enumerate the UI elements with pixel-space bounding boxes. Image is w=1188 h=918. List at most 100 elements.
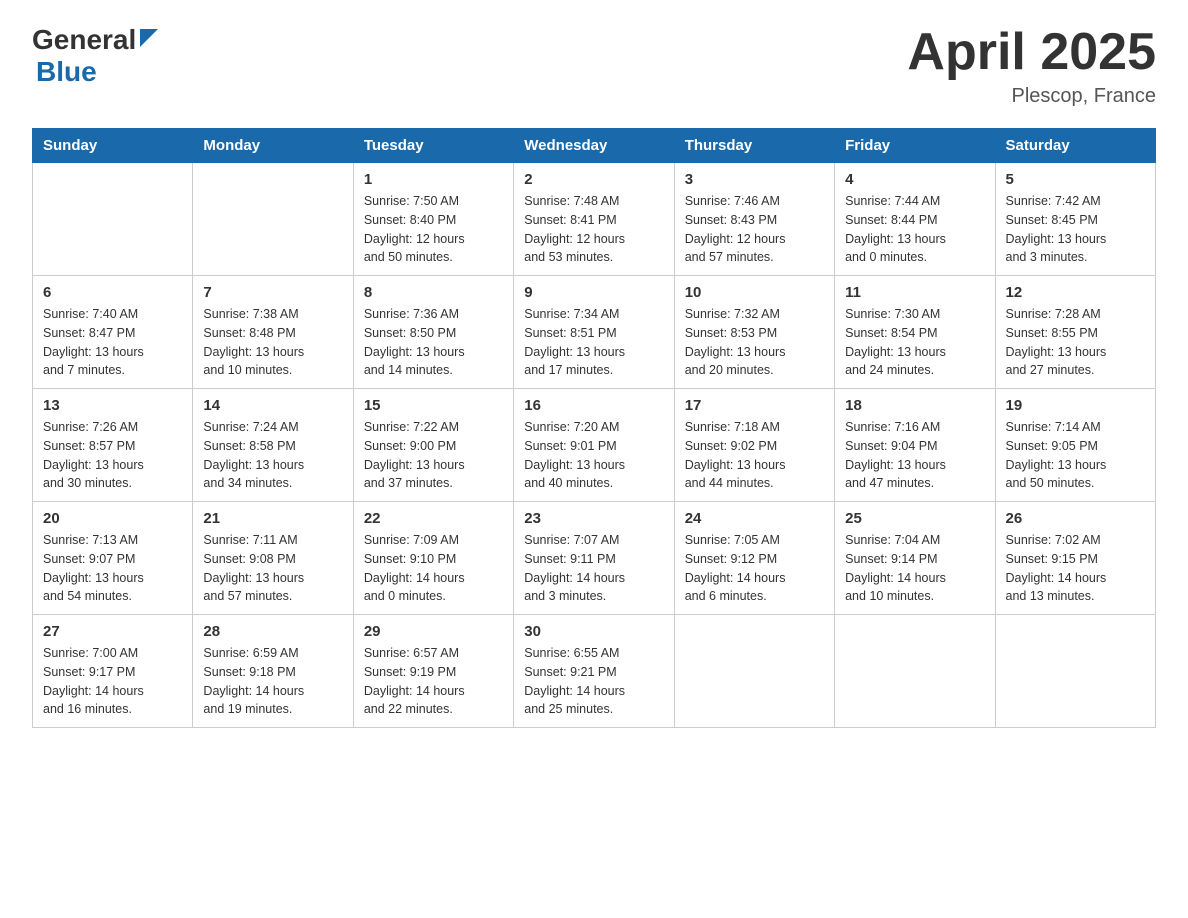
- page-title: April 2025: [907, 24, 1156, 81]
- calendar-cell: 25 Sunrise: 7:04 AMSunset: 9:14 PMDayligh…: [835, 502, 995, 615]
- calendar-cell: 1 Sunrise: 7:50 AMSunset: 8:40 PMDaylight…: [353, 163, 513, 276]
- day-info: Sunrise: 7:00 AMSunset: 9:17 PMDaylight:…: [43, 644, 182, 719]
- calendar-cell: 29 Sunrise: 6:57 AMSunset: 9:19 PMDayligh…: [353, 615, 513, 728]
- day-info: Sunrise: 7:22 AMSunset: 9:00 PMDaylight:…: [364, 418, 503, 493]
- calendar-cell: [33, 163, 193, 276]
- day-number: 7: [203, 284, 342, 301]
- title-section: April 2025 Plescop, France: [907, 24, 1156, 108]
- day-number: 8: [364, 284, 503, 301]
- day-number: 30: [524, 623, 663, 640]
- calendar-cell: 21 Sunrise: 7:11 AMSunset: 9:08 PMDayligh…: [193, 502, 353, 615]
- day-info: Sunrise: 6:59 AMSunset: 9:18 PMDaylight:…: [203, 644, 342, 719]
- logo-line2: Blue: [32, 56, 97, 88]
- calendar-week-row: 13Sunrise: 7:26 AMSunset: 8:57 PMDayligh…: [33, 389, 1156, 502]
- day-number: 9: [524, 284, 663, 301]
- calendar-cell: [835, 615, 995, 728]
- day-info: Sunrise: 7:14 AMSunset: 9:05 PMDaylight:…: [1006, 418, 1145, 493]
- day-info: Sunrise: 7:38 AMSunset: 8:48 PMDaylight:…: [203, 305, 342, 380]
- calendar-day-header: Saturday: [995, 129, 1155, 163]
- day-info: Sunrise: 7:44 AMSunset: 8:44 PMDaylight:…: [845, 192, 984, 267]
- calendar-day-header: Wednesday: [514, 129, 674, 163]
- day-number: 10: [685, 284, 824, 301]
- calendar-cell: 22Sunrise: 7:09 AMSunset: 9:10 PMDayligh…: [353, 502, 513, 615]
- day-number: 28: [203, 623, 342, 640]
- calendar-cell: 5Sunrise: 7:42 AMSunset: 8:45 PMDaylight…: [995, 163, 1155, 276]
- calendar-cell: 14 Sunrise: 7:24 AMSunset: 8:58 PMDayligh…: [193, 389, 353, 502]
- day-number: 17: [685, 397, 824, 414]
- calendar-cell: 26Sunrise: 7:02 AMSunset: 9:15 PMDayligh…: [995, 502, 1155, 615]
- logo-general-text: General: [32, 24, 136, 56]
- day-info: Sunrise: 7:34 AMSunset: 8:51 PMDaylight:…: [524, 305, 663, 380]
- day-number: 14: [203, 397, 342, 414]
- calendar-header-row: SundayMondayTuesdayWednesdayThursdayFrid…: [33, 129, 1156, 163]
- day-info: Sunrise: 7:48 AMSunset: 8:41 PMDaylight:…: [524, 192, 663, 267]
- calendar-cell: 18 Sunrise: 7:16 AMSunset: 9:04 PMDayligh…: [835, 389, 995, 502]
- day-number: 24: [685, 510, 824, 527]
- calendar-cell: 10 Sunrise: 7:32 AMSunset: 8:53 PMDayligh…: [674, 276, 834, 389]
- calendar-cell: 19 Sunrise: 7:14 AMSunset: 9:05 PMDayligh…: [995, 389, 1155, 502]
- day-number: 13: [43, 397, 182, 414]
- calendar-cell: 4 Sunrise: 7:44 AMSunset: 8:44 PMDaylight…: [835, 163, 995, 276]
- calendar-cell: [674, 615, 834, 728]
- day-info: Sunrise: 7:11 AMSunset: 9:08 PMDaylight:…: [203, 531, 342, 606]
- logo-triangle-icon: [140, 29, 158, 52]
- calendar-cell: 28 Sunrise: 6:59 AMSunset: 9:18 PMDayligh…: [193, 615, 353, 728]
- day-number: 2: [524, 171, 663, 188]
- day-number: 4: [845, 171, 984, 188]
- day-info: Sunrise: 7:07 AMSunset: 9:11 PMDaylight:…: [524, 531, 663, 606]
- calendar-day-header: Thursday: [674, 129, 834, 163]
- day-info: Sunrise: 7:28 AMSunset: 8:55 PMDaylight:…: [1006, 305, 1145, 380]
- calendar-cell: 13Sunrise: 7:26 AMSunset: 8:57 PMDayligh…: [33, 389, 193, 502]
- calendar-cell: 30 Sunrise: 6:55 AMSunset: 9:21 PMDayligh…: [514, 615, 674, 728]
- day-info: Sunrise: 7:50 AMSunset: 8:40 PMDaylight:…: [364, 192, 503, 267]
- day-number: 25: [845, 510, 984, 527]
- calendar-cell: 12Sunrise: 7:28 AMSunset: 8:55 PMDayligh…: [995, 276, 1155, 389]
- day-number: 21: [203, 510, 342, 527]
- day-number: 16: [524, 397, 663, 414]
- calendar-cell: 11Sunrise: 7:30 AMSunset: 8:54 PMDayligh…: [835, 276, 995, 389]
- calendar-table: SundayMondayTuesdayWednesdayThursdayFrid…: [32, 128, 1156, 728]
- day-number: 3: [685, 171, 824, 188]
- day-number: 27: [43, 623, 182, 640]
- calendar-day-header: Monday: [193, 129, 353, 163]
- calendar-cell: 8 Sunrise: 7:36 AMSunset: 8:50 PMDaylight…: [353, 276, 513, 389]
- day-info: Sunrise: 7:42 AMSunset: 8:45 PMDaylight:…: [1006, 192, 1145, 267]
- day-info: Sunrise: 7:46 AMSunset: 8:43 PMDaylight:…: [685, 192, 824, 267]
- calendar-cell: [193, 163, 353, 276]
- calendar-week-row: 6Sunrise: 7:40 AMSunset: 8:47 PMDaylight…: [33, 276, 1156, 389]
- calendar-cell: 3 Sunrise: 7:46 AMSunset: 8:43 PMDaylight…: [674, 163, 834, 276]
- calendar-cell: 9 Sunrise: 7:34 AMSunset: 8:51 PMDaylight…: [514, 276, 674, 389]
- day-number: 15: [364, 397, 503, 414]
- calendar-cell: 7 Sunrise: 7:38 AMSunset: 8:48 PMDaylight…: [193, 276, 353, 389]
- day-number: 6: [43, 284, 182, 301]
- day-info: Sunrise: 6:57 AMSunset: 9:19 PMDaylight:…: [364, 644, 503, 719]
- day-info: Sunrise: 7:05 AMSunset: 9:12 PMDaylight:…: [685, 531, 824, 606]
- calendar-cell: 16 Sunrise: 7:20 AMSunset: 9:01 PMDayligh…: [514, 389, 674, 502]
- day-info: Sunrise: 7:32 AMSunset: 8:53 PMDaylight:…: [685, 305, 824, 380]
- page-subtitle: Plescop, France: [907, 85, 1156, 108]
- day-info: Sunrise: 7:36 AMSunset: 8:50 PMDaylight:…: [364, 305, 503, 380]
- day-info: Sunrise: 7:16 AMSunset: 9:04 PMDaylight:…: [845, 418, 984, 493]
- day-info: Sunrise: 7:24 AMSunset: 8:58 PMDaylight:…: [203, 418, 342, 493]
- day-number: 1: [364, 171, 503, 188]
- day-info: Sunrise: 7:04 AMSunset: 9:14 PMDaylight:…: [845, 531, 984, 606]
- day-number: 20: [43, 510, 182, 527]
- day-info: Sunrise: 6:55 AMSunset: 9:21 PMDaylight:…: [524, 644, 663, 719]
- calendar-cell: [995, 615, 1155, 728]
- calendar-cell: 15 Sunrise: 7:22 AMSunset: 9:00 PMDayligh…: [353, 389, 513, 502]
- calendar-cell: 6Sunrise: 7:40 AMSunset: 8:47 PMDaylight…: [33, 276, 193, 389]
- day-number: 23: [524, 510, 663, 527]
- day-number: 11: [845, 284, 984, 301]
- logo-line1: General: [32, 24, 158, 56]
- day-info: Sunrise: 7:02 AMSunset: 9:15 PMDaylight:…: [1006, 531, 1145, 606]
- day-info: Sunrise: 7:18 AMSunset: 9:02 PMDaylight:…: [685, 418, 824, 493]
- day-number: 18: [845, 397, 984, 414]
- calendar-day-header: Sunday: [33, 129, 193, 163]
- day-info: Sunrise: 7:09 AMSunset: 9:10 PMDaylight:…: [364, 531, 503, 606]
- calendar-week-row: 20Sunrise: 7:13 AMSunset: 9:07 PMDayligh…: [33, 502, 1156, 615]
- day-number: 19: [1006, 397, 1145, 414]
- day-info: Sunrise: 7:20 AMSunset: 9:01 PMDaylight:…: [524, 418, 663, 493]
- calendar-day-header: Friday: [835, 129, 995, 163]
- day-number: 29: [364, 623, 503, 640]
- calendar-cell: 24 Sunrise: 7:05 AMSunset: 9:12 PMDayligh…: [674, 502, 834, 615]
